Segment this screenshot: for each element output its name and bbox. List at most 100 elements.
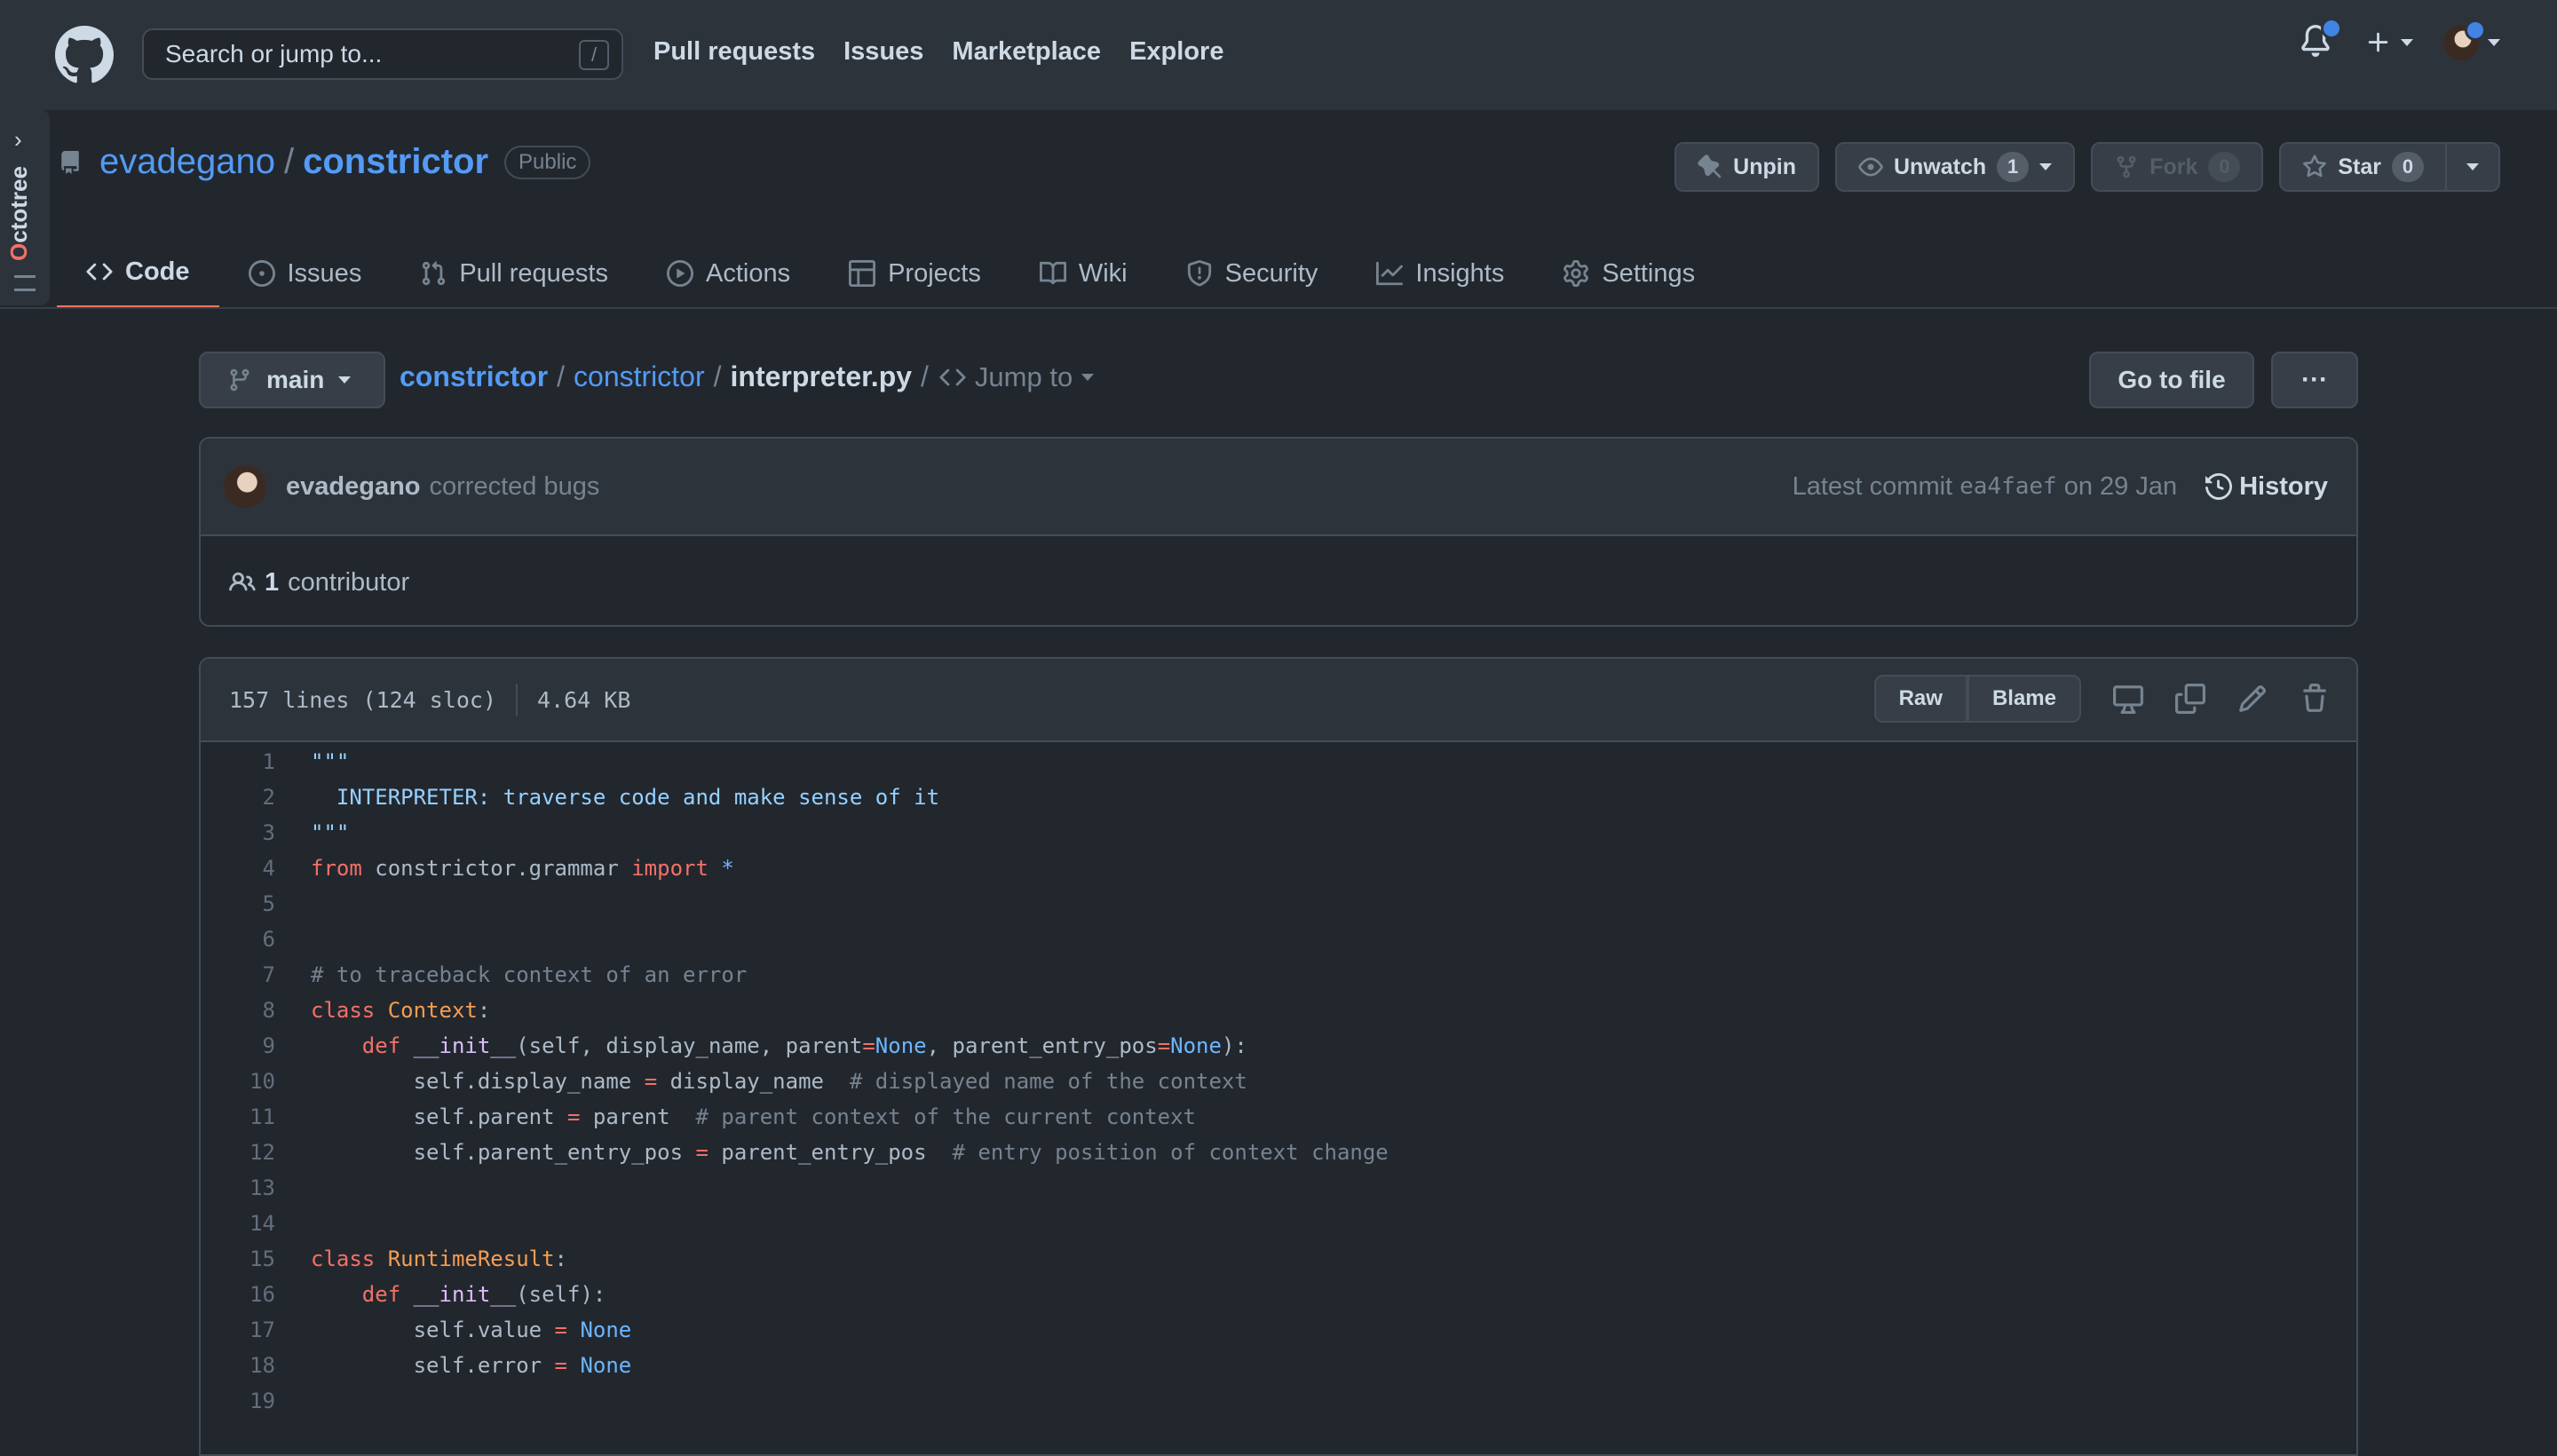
line-number[interactable]: 5 <box>201 891 311 916</box>
line-number[interactable]: 12 <box>201 1140 311 1165</box>
jump-to-button[interactable]: Jump to <box>939 361 1095 393</box>
code-token: None <box>580 1353 632 1378</box>
drag-handle-icon[interactable] <box>14 275 36 291</box>
tab-projects[interactable]: Projects <box>819 238 1010 309</box>
code-token: # to traceback context of an error <box>311 962 748 987</box>
code-token: (self, display_name, parent <box>516 1033 863 1058</box>
tab-pull-requests[interactable]: Pull requests <box>391 238 637 309</box>
unwatch-button[interactable]: Unwatch 1 <box>1834 142 2076 192</box>
nav-explore[interactable]: Explore <box>1129 37 1223 67</box>
line-number[interactable]: 17 <box>201 1318 311 1342</box>
line-number[interactable]: 6 <box>201 927 311 952</box>
line-number[interactable]: 18 <box>201 1353 311 1378</box>
code-token: class <box>311 1246 376 1271</box>
code-token: * <box>721 856 734 881</box>
star-count: 0 <box>2392 152 2424 182</box>
nav-issues[interactable]: Issues <box>843 37 923 67</box>
raw-button[interactable]: Raw <box>1873 675 1967 723</box>
code-line: 8 class Context: <box>201 993 2356 1028</box>
visibility-badge: Public <box>504 145 591 179</box>
tab-settings[interactable]: Settings <box>1533 238 1724 309</box>
contributors-row[interactable]: 1 contributor <box>201 536 2356 625</box>
notifications-button[interactable] <box>2300 18 2342 60</box>
line-number[interactable]: 8 <box>201 998 311 1023</box>
desktop-icon[interactable] <box>2113 684 2143 714</box>
code-token: __init__ <box>413 1282 517 1307</box>
table-icon <box>849 260 876 287</box>
notification-dot <box>2321 18 2342 39</box>
more-options-button[interactable]: ··· <box>2271 352 2358 408</box>
line-number[interactable]: 3 <box>201 820 311 845</box>
code-text: def __init__(self): <box>311 1282 606 1307</box>
chevron-down-icon <box>338 376 352 384</box>
tab-code[interactable]: Code <box>57 238 219 309</box>
nav-pull-requests[interactable]: Pull requests <box>653 37 815 67</box>
code-token: : <box>554 1246 567 1271</box>
line-number[interactable]: 13 <box>201 1175 311 1200</box>
tab-issues[interactable]: Issues <box>219 238 392 309</box>
line-number[interactable]: 10 <box>201 1069 311 1094</box>
code-body[interactable]: 1 """ 2 INTERPRETER: traverse code and mak… <box>201 742 2356 1419</box>
repo-name-link[interactable]: constrictor <box>303 142 488 181</box>
star-list-dropdown[interactable] <box>2447 142 2500 192</box>
line-number[interactable]: 15 <box>201 1246 311 1271</box>
history-link[interactable]: History <box>2205 472 2328 502</box>
tab-wiki-label: Wiki <box>1078 258 1128 288</box>
unpin-button[interactable]: Unpin <box>1674 142 1819 192</box>
code-token: parent <box>580 1104 696 1129</box>
star-button[interactable]: Star 0 <box>2279 142 2447 192</box>
branch-selector[interactable]: main <box>199 352 385 408</box>
go-to-file-button[interactable]: Go to file <box>2089 352 2254 408</box>
code-line: 10 self.display_name = display_name # di… <box>201 1064 2356 1099</box>
user-menu-button[interactable] <box>2443 20 2500 60</box>
commit-date: on 29 Jan <box>2063 471 2178 501</box>
contributors-count: 1 <box>265 567 280 597</box>
history-label: History <box>2239 471 2328 501</box>
repo-title-separator: / <box>283 142 295 181</box>
plus-icon <box>2368 32 2388 52</box>
line-number[interactable]: 16 <box>201 1282 311 1307</box>
blame-button[interactable]: Blame <box>1967 675 2081 723</box>
line-number[interactable]: 19 <box>201 1389 311 1413</box>
breadcrumb-separator: / <box>921 360 929 392</box>
repo-title: evadegano / constrictor <box>99 142 488 182</box>
tab-wiki[interactable]: Wiki <box>1010 238 1157 309</box>
file-info-divider <box>516 684 519 716</box>
line-number[interactable]: 4 <box>201 856 311 881</box>
code-text: self.value = None <box>311 1318 632 1342</box>
tab-actions[interactable]: Actions <box>637 238 819 309</box>
nav-marketplace[interactable]: Marketplace <box>952 37 1101 67</box>
line-number[interactable]: 11 <box>201 1104 311 1129</box>
line-number[interactable]: 14 <box>201 1211 311 1236</box>
tab-code-label: Code <box>125 257 190 286</box>
code-line: 17 self.value = None <box>201 1312 2356 1348</box>
commit-message-link[interactable]: corrected bugs <box>430 472 600 502</box>
tab-security[interactable]: Security <box>1157 238 1348 309</box>
search-shortcut-badge: / <box>579 40 609 70</box>
fork-button[interactable]: Fork 0 <box>2091 142 2264 192</box>
octotree-toggle[interactable]: › Octotree <box>0 110 50 305</box>
github-logo-icon[interactable] <box>55 26 114 84</box>
commit-author-link[interactable]: evadegano <box>286 472 421 502</box>
line-number[interactable]: 7 <box>201 962 311 987</box>
breadcrumb-repo-link[interactable]: constrictor <box>400 360 548 393</box>
pencil-icon[interactable] <box>2237 684 2268 714</box>
breadcrumb-dir-link[interactable]: constrictor <box>574 360 705 393</box>
trash-icon[interactable] <box>2300 684 2330 714</box>
commit-sha-link[interactable]: ea4faef <box>1959 473 2057 500</box>
line-number[interactable]: 9 <box>201 1033 311 1058</box>
repo-owner-link[interactable]: evadegano <box>99 142 275 181</box>
graph-icon <box>1376 261 1404 286</box>
avatar[interactable] <box>224 465 266 508</box>
line-number[interactable]: 2 <box>201 785 311 810</box>
create-new-button[interactable] <box>2365 29 2413 56</box>
tab-insights[interactable]: Insights <box>1347 238 1533 309</box>
code-line: 12 self.parent_entry_pos = parent_entry_… <box>201 1135 2356 1170</box>
book-icon <box>1039 261 1066 285</box>
search-input[interactable]: Search or jump to... / <box>142 28 623 80</box>
copy-icon[interactable] <box>2175 684 2205 714</box>
chevron-down-icon <box>1081 373 1095 381</box>
line-number[interactable]: 1 <box>201 749 311 774</box>
